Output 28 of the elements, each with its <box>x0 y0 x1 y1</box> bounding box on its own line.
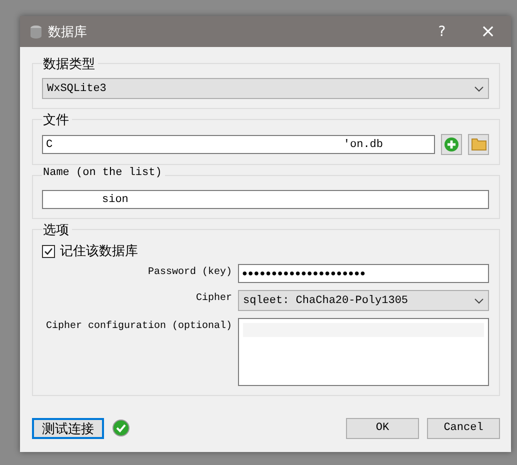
checkbox-label: 记住该数据库 <box>60 243 138 260</box>
dialog-button[interactable]: OK <box>346 418 419 438</box>
group-title: Name (on the list) <box>42 167 165 179</box>
field-label: Cipher <box>194 292 232 304</box>
password-field[interactable]: ●●●●●●●●●●●●●●●●●●●●● <box>238 264 489 283</box>
group-title: 选项 <box>42 221 72 239</box>
add-button[interactable] <box>441 134 462 155</box>
checkbox[interactable] <box>42 244 55 258</box>
chevron-down-icon <box>474 298 484 304</box>
cipher-dropdown[interactable]: sqleet: ChaCha20-Poly1305 <box>238 290 489 311</box>
test-connection-button[interactable]: 测试连接 <box>32 418 104 438</box>
window-title: 数据库 <box>48 24 88 40</box>
group-title: 文件 <box>42 111 72 129</box>
cipher-config-field[interactable] <box>238 318 489 386</box>
chevron-down-icon <box>474 86 484 92</box>
close-button[interactable]: × <box>465 16 511 47</box>
plus-icon <box>444 137 459 152</box>
field-label: Cipher configuration (optional) <box>44 320 232 332</box>
open-folder-button[interactable] <box>468 134 489 155</box>
field-label: Password (key) <box>146 266 232 278</box>
file-path-field[interactable]: C 'on.db <box>42 135 435 154</box>
database-type-dropdown[interactable]: WxSQLite3 <box>42 78 489 99</box>
folder-icon <box>470 138 486 151</box>
dialog-button[interactable]: Cancel <box>427 418 500 438</box>
name-field[interactable]: sion <box>42 190 489 209</box>
group-title: 数据类型 <box>42 55 98 73</box>
database-icon <box>30 24 42 38</box>
help-button[interactable]: ? <box>419 16 465 47</box>
